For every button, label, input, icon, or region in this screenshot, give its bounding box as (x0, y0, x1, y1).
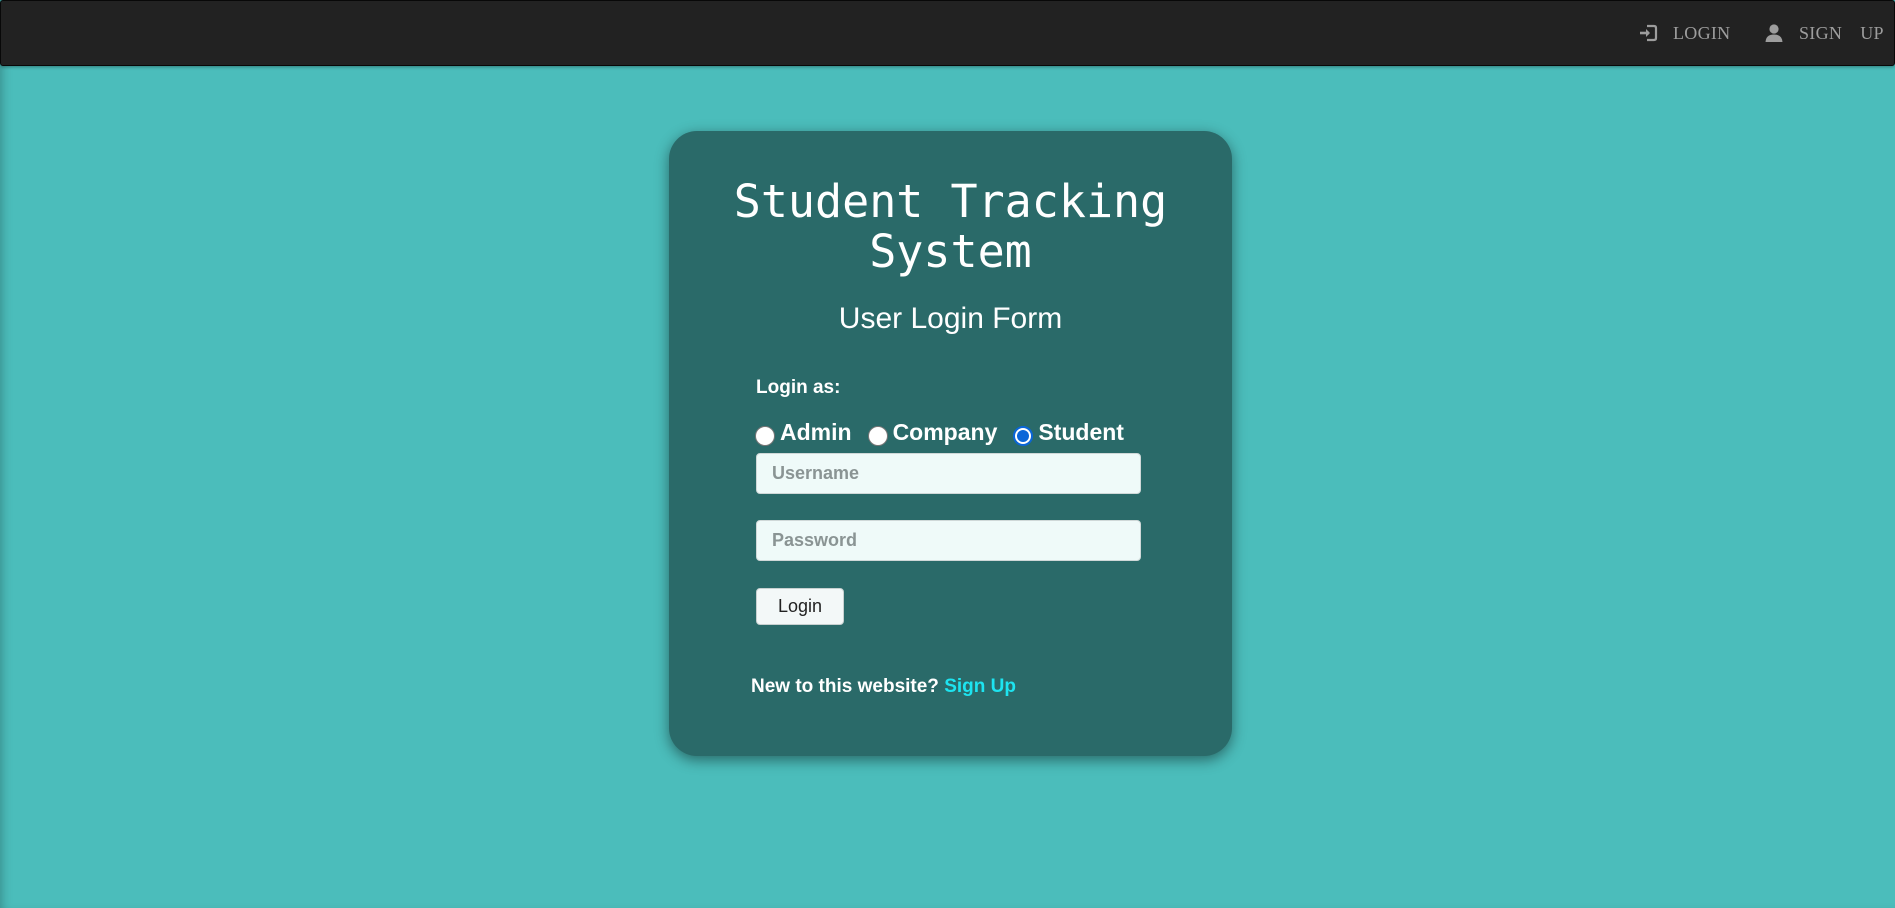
top-navbar: LOGIN SIGN UP (0, 0, 1895, 66)
app-title: Student Tracking System (733, 175, 1168, 278)
role-option-company[interactable]: Company (867, 418, 998, 446)
company-radio-label: Company (892, 418, 998, 445)
nav-login-link[interactable]: LOGIN (1637, 21, 1731, 45)
username-input[interactable] (756, 453, 1141, 494)
login-icon (1637, 22, 1659, 44)
nav-signup-label-2: UP (1860, 22, 1884, 43)
admin-radio[interactable] (755, 426, 775, 446)
new-user-text: New to this website? (751, 676, 939, 697)
login-card: Student Tracking System User Login Form … (669, 131, 1232, 756)
role-option-student[interactable]: Student (1013, 418, 1124, 446)
page: LOGIN SIGN UP Student Tracking System Us… (0, 0, 1895, 908)
user-icon (1763, 22, 1785, 44)
student-radio[interactable] (1013, 426, 1034, 446)
signup-link[interactable]: Sign Up (944, 676, 1016, 697)
student-radio-label: Student (1038, 418, 1124, 445)
login-button[interactable]: Login (756, 588, 844, 625)
role-option-admin[interactable]: Admin (755, 418, 852, 446)
form-subtitle: User Login Form (838, 302, 1063, 335)
company-radio[interactable] (867, 426, 888, 446)
nav-login-label: LOGIN (1673, 22, 1731, 43)
signup-prompt: New to this website? Sign Up (751, 675, 1016, 699)
nav-signup-link[interactable]: SIGN UP (1763, 21, 1884, 45)
admin-radio-label: Admin (780, 418, 852, 445)
login-as-label: Login as: (756, 377, 841, 398)
password-input[interactable] (756, 520, 1141, 561)
role-radio-group: Admin Company Student (755, 415, 1140, 449)
nav-signup-label-1: SIGN (1799, 22, 1843, 43)
